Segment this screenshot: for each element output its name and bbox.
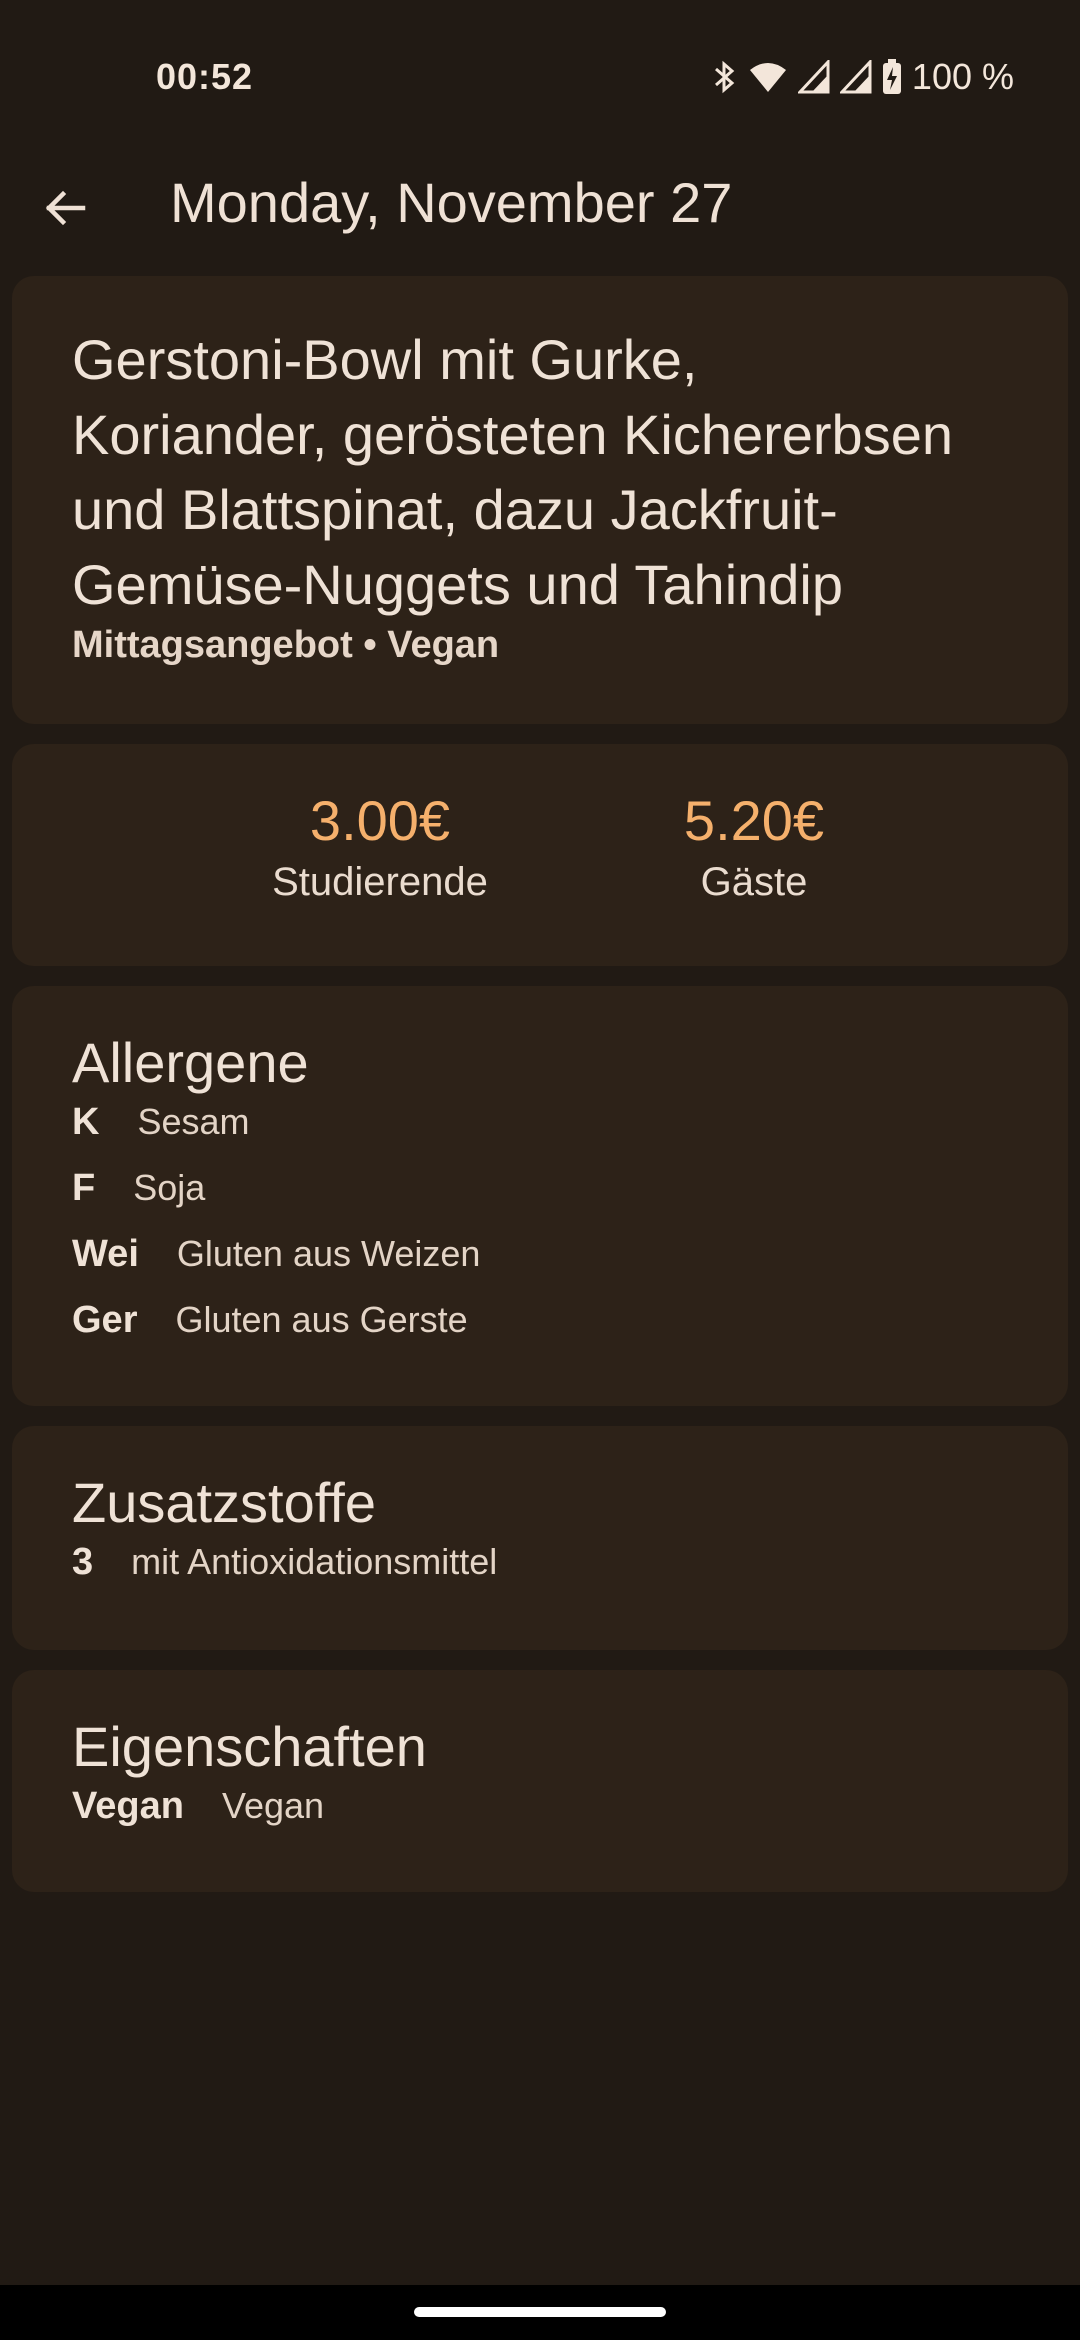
allergen-text: Soja <box>133 1167 206 1208</box>
price-value: 3.00€ <box>309 789 451 852</box>
price-value: 5.20€ <box>683 789 825 852</box>
allergens-card: Allergene K Sesam F Soja Wei Gluten aus … <box>12 986 1068 1406</box>
section-title: Zusatzstoffe <box>72 1471 377 1534</box>
allergen-text: Gluten aus Weizen <box>176 1233 481 1274</box>
price-label: Studierende <box>272 860 488 904</box>
arrow-back-icon <box>43 186 87 235</box>
list-item: 3 mit Antioxidationsmittel <box>72 1541 1008 1607</box>
additive-code: 3 <box>72 1541 94 1583</box>
allergen-code: Ger <box>72 1299 138 1341</box>
dish-name-line: Koriander, gerösteten Kichererbsen <box>72 403 953 466</box>
list-item: Vegan Vegan <box>72 1785 1008 1851</box>
signal-icon <box>797 60 830 94</box>
status-icons: 100 % <box>712 56 1014 98</box>
list-item: Wei Gluten aus Weizen <box>72 1233 1008 1299</box>
navigation-bar <box>0 2285 1080 2340</box>
status-bar: 00:52 100 % <box>0 0 1080 160</box>
dish-name-line: Gerstoni-Bowl mit Gurke, <box>72 328 698 391</box>
additive-text: mit Antioxidationsmittel <box>131 1541 498 1582</box>
dish-meta: Mittagsangebot • Vegan <box>72 624 500 666</box>
app-bar: Monday, November 27 <box>0 160 1080 270</box>
list-item: Ger Gluten aus Gerste <box>72 1299 1008 1365</box>
dish-name-line: Gemüse-Nuggets und Tahindip <box>72 553 844 616</box>
page-title: Monday, November 27 <box>170 171 733 234</box>
status-time: 00:52 <box>156 56 254 97</box>
section-title: Eigenschaften <box>72 1715 427 1778</box>
allergen-code: F <box>72 1167 96 1209</box>
list-item: K Sesam <box>72 1101 1008 1167</box>
allergen-text: Gluten aus Gerste <box>175 1299 468 1340</box>
battery-percent: 100 % <box>911 56 1014 97</box>
back-button[interactable] <box>30 160 100 260</box>
additives-card: Zusatzstoffe 3 mit Antioxidationsmittel <box>12 1426 1068 1650</box>
price-card: 3.00€ Studierende 5.20€ Gäste <box>12 744 1068 966</box>
allergen-text: Sesam <box>137 1101 250 1142</box>
properties-card: Eigenschaften Vegan Vegan <box>12 1670 1068 1892</box>
dish-card: Gerstoni-Bowl mit Gurke, Koriander, gerö… <box>12 276 1068 724</box>
section-title: Allergene <box>72 1031 309 1094</box>
bluetooth-icon <box>712 59 738 95</box>
property-code: Vegan <box>72 1785 184 1827</box>
dish-name: Gerstoni-Bowl mit Gurke, Koriander, gerö… <box>72 322 1008 622</box>
dish-name-line: und Blattspinat, dazu Jackfruit- <box>72 478 838 541</box>
list-item: F Soja <box>72 1167 1008 1233</box>
battery-charging-icon <box>882 59 902 95</box>
home-gesture-handle[interactable] <box>414 2307 666 2317</box>
price-label: Gäste <box>700 860 808 904</box>
allergen-code: K <box>72 1101 100 1143</box>
wifi-icon <box>748 60 788 94</box>
price-guests: 5.20€ Gäste <box>604 786 904 905</box>
price-students: 3.00€ Studierende <box>230 786 530 905</box>
allergen-code: Wei <box>72 1233 139 1275</box>
property-text: Vegan <box>221 1785 325 1826</box>
signal-icon-2 <box>839 60 872 94</box>
